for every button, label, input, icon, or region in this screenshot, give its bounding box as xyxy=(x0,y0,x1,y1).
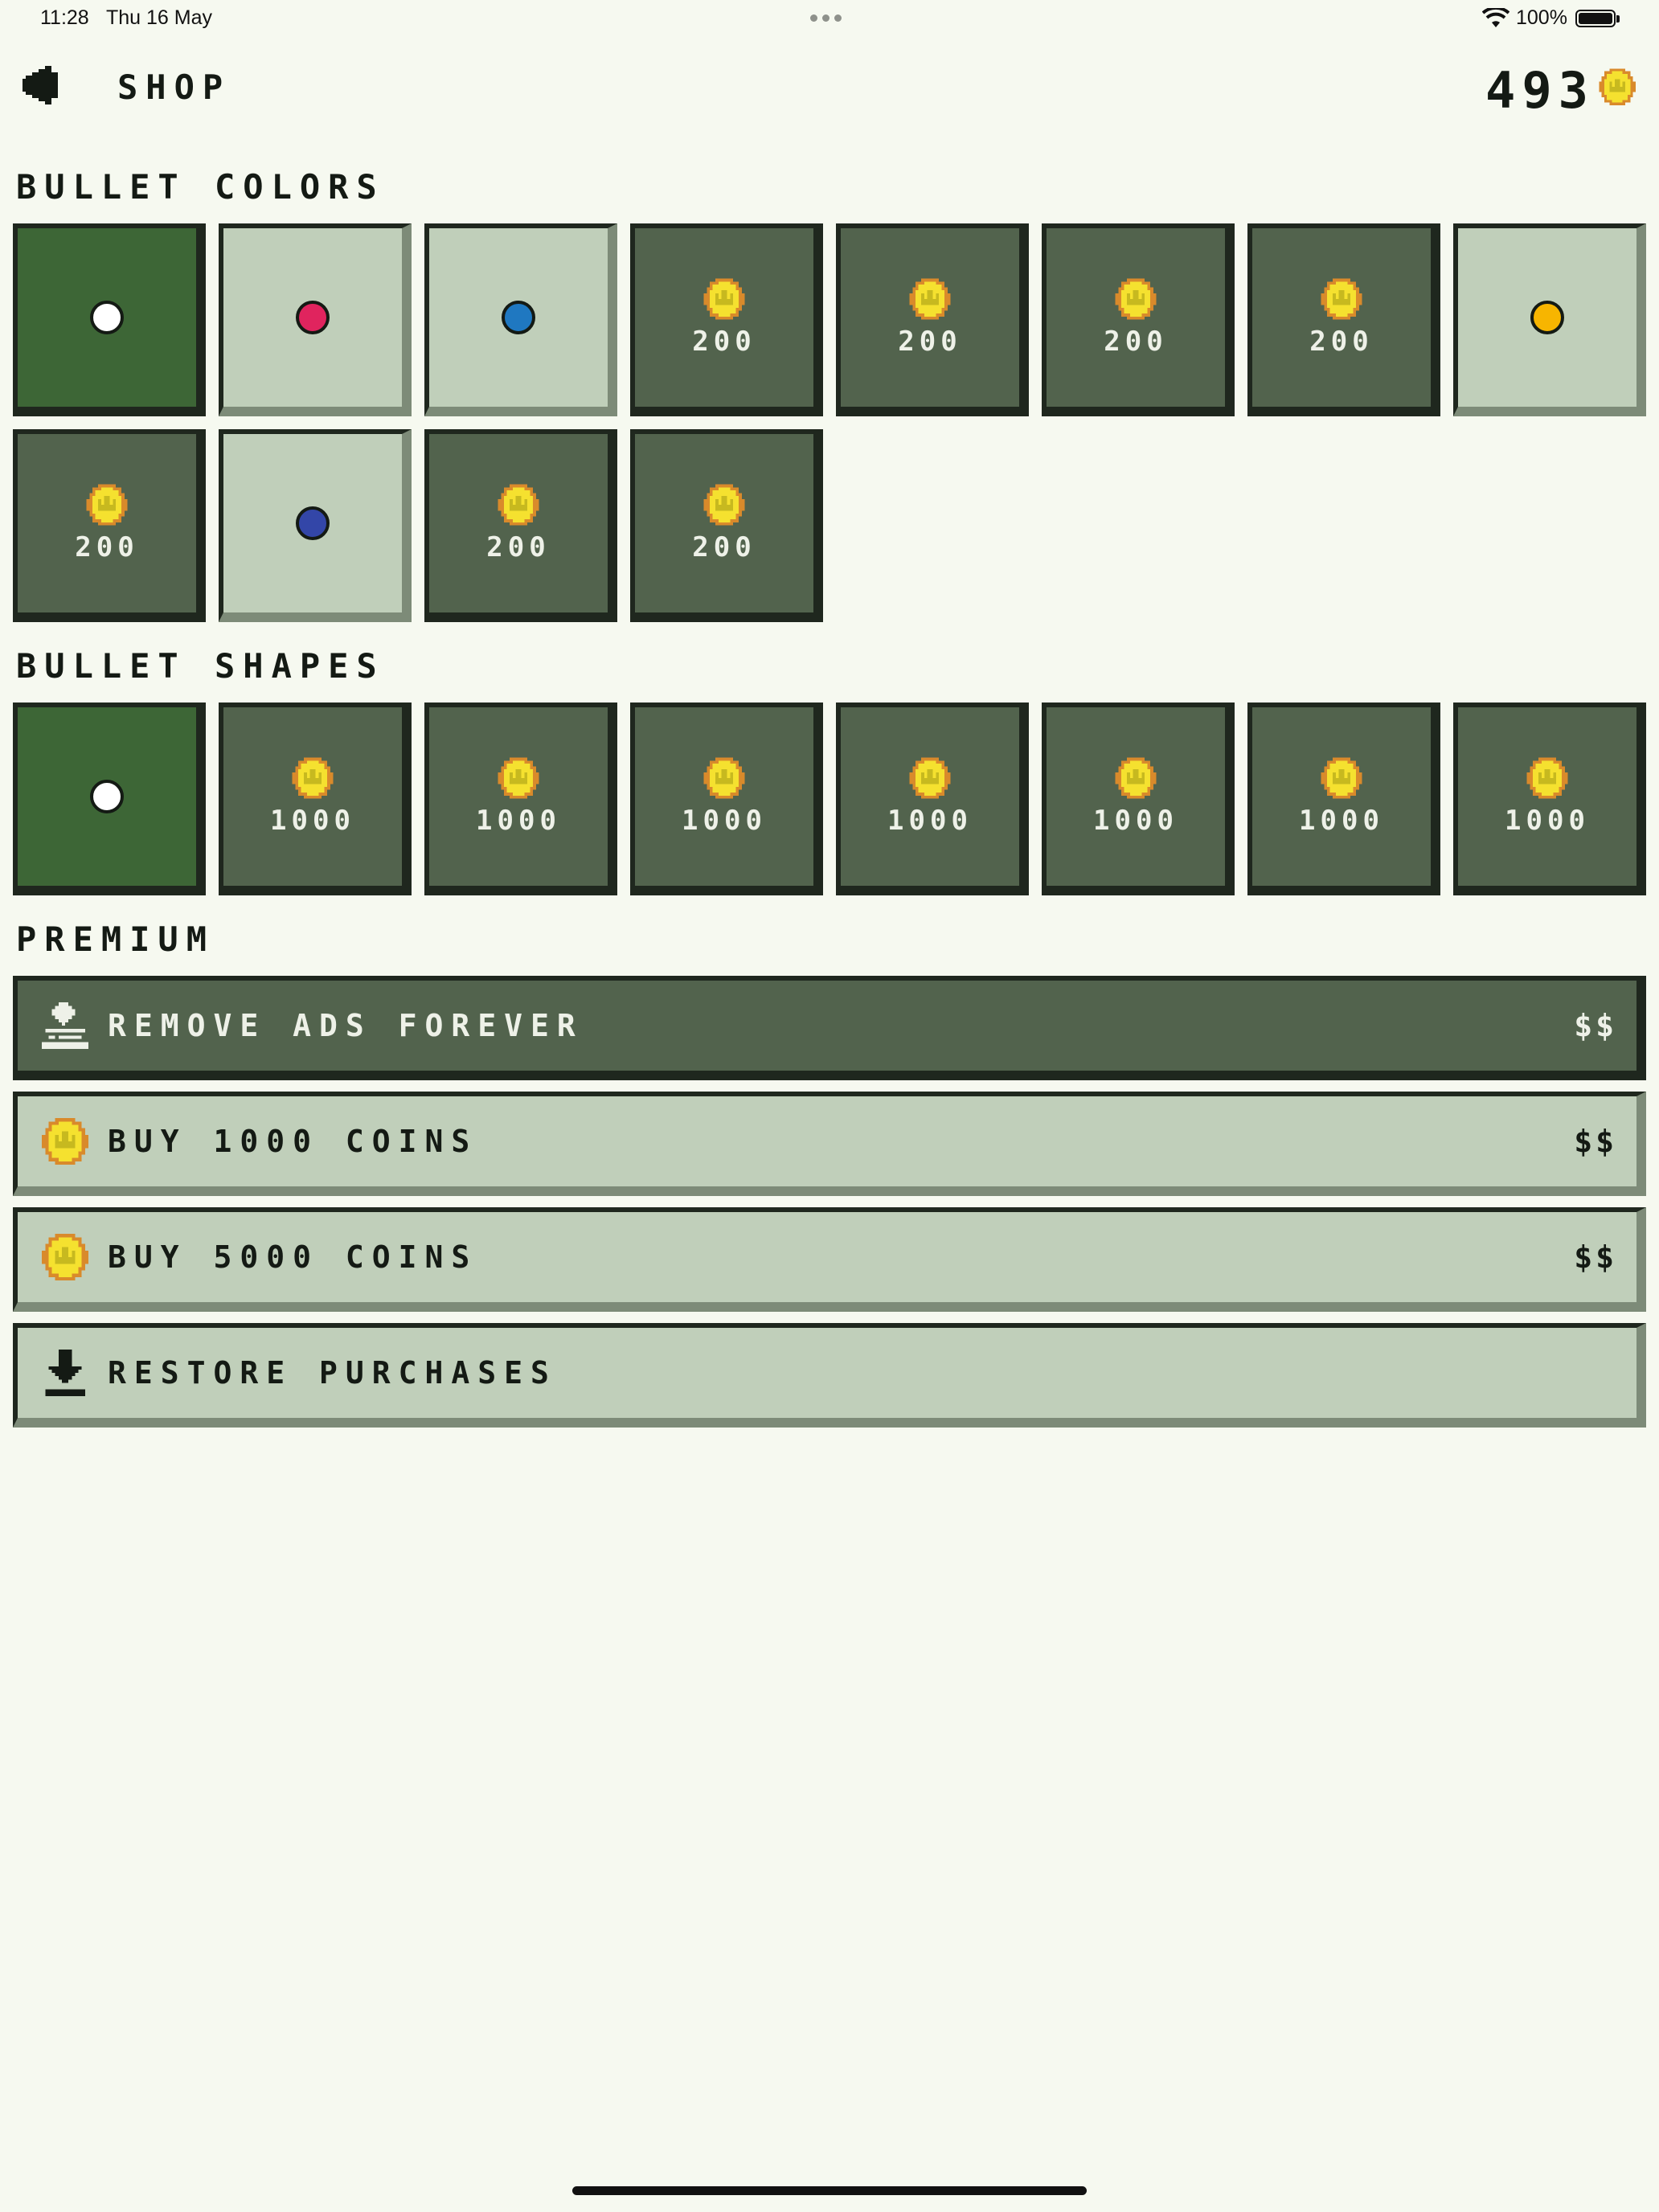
price-label: 200 xyxy=(1309,326,1374,358)
bullet-color-dot xyxy=(1530,301,1564,334)
coin-icon xyxy=(1115,757,1157,799)
bullet-shape-tile[interactable]: 1000 xyxy=(1042,703,1235,895)
bullet-color-tile[interactable] xyxy=(1453,223,1646,416)
premium-item-label: BUY 1000 COINS xyxy=(108,1124,478,1159)
coin-icon xyxy=(42,1118,88,1165)
coin-balance: 493 xyxy=(1485,61,1638,120)
bullet-color-tile[interactable]: 200 xyxy=(836,223,1029,416)
coin-icon xyxy=(703,278,745,320)
premium-item-price: $$ xyxy=(1574,1008,1617,1043)
coin-icon xyxy=(498,757,539,799)
status-time: 11:28 xyxy=(40,6,89,29)
price-label: 200 xyxy=(486,531,551,563)
multitasking-dots-icon[interactable] xyxy=(810,14,842,22)
bullet-shape-tile[interactable]: 1000 xyxy=(424,703,617,895)
bullet-shape-dot xyxy=(90,780,124,813)
coin-icon xyxy=(1115,278,1157,320)
buy-5000-coins-button[interactable]: BUY 5000 COINS $$ xyxy=(13,1207,1646,1312)
back-arrow-icon[interactable] xyxy=(19,63,64,108)
premium-item-label: RESTORE PURCHASES xyxy=(108,1355,557,1391)
remove-ads-forever-button[interactable]: REMOVE ADS FOREVER $$ xyxy=(13,976,1646,1080)
premium-heading: PREMIUM xyxy=(16,920,215,959)
battery-percent: 100% xyxy=(1516,6,1567,29)
coin-icon xyxy=(909,757,951,799)
bullet-color-tile[interactable]: 200 xyxy=(1247,223,1440,416)
coin-icon xyxy=(703,757,745,799)
coin-icon xyxy=(498,484,539,526)
price-label: 200 xyxy=(898,326,962,358)
coin-icon xyxy=(703,484,745,526)
price-label: 1000 xyxy=(682,805,767,837)
buy-1000-coins-button[interactable]: BUY 1000 COINS $$ xyxy=(13,1092,1646,1196)
bullet-color-tile[interactable]: 200 xyxy=(630,429,823,622)
battery-icon xyxy=(1575,10,1620,27)
no-ads-icon xyxy=(42,1002,88,1049)
price-label: 1000 xyxy=(1505,805,1590,837)
coin-icon xyxy=(86,484,128,526)
coin-icon xyxy=(1321,757,1362,799)
price-label: 1000 xyxy=(1299,805,1384,837)
bullet-shape-tile[interactable]: 1000 xyxy=(219,703,412,895)
premium-item-label: REMOVE ADS FOREVER xyxy=(108,1008,584,1043)
bullet-colors-heading: BULLET COLORS xyxy=(16,167,385,207)
bullet-color-tile[interactable] xyxy=(13,223,206,416)
bullet-color-tile[interactable]: 200 xyxy=(1042,223,1235,416)
price-label: 200 xyxy=(692,326,756,358)
bullet-color-tile[interactable] xyxy=(424,223,617,416)
bullet-color-dot xyxy=(296,301,330,334)
price-label: 1000 xyxy=(476,805,561,837)
bullet-color-dot xyxy=(296,506,330,540)
coin-count: 493 xyxy=(1485,61,1595,120)
coin-icon xyxy=(1526,757,1568,799)
status-bar: 11:28 Thu 16 May 100% xyxy=(0,0,1659,40)
wifi-icon xyxy=(1482,8,1509,27)
bullet-color-tile[interactable]: 200 xyxy=(630,223,823,416)
price-label: 1000 xyxy=(270,805,355,837)
status-date: Thu 16 May xyxy=(106,6,213,29)
premium-item-price: $$ xyxy=(1574,1239,1617,1275)
bullet-color-dot xyxy=(502,301,535,334)
coin-icon xyxy=(909,278,951,320)
coin-icon xyxy=(42,1234,88,1280)
price-label: 1000 xyxy=(887,805,973,837)
bullet-shape-tile[interactable]: 1000 xyxy=(630,703,823,895)
bullet-color-dot xyxy=(90,301,124,334)
premium-item-label: BUY 5000 COINS xyxy=(108,1239,478,1275)
bullet-color-tile[interactable] xyxy=(219,223,412,416)
bullet-shape-tile[interactable]: 1000 xyxy=(1453,703,1646,895)
premium-item-price: $$ xyxy=(1574,1124,1617,1159)
coin-icon xyxy=(292,757,334,799)
bullet-shape-tile[interactable]: 1000 xyxy=(1247,703,1440,895)
coin-icon xyxy=(1321,278,1362,320)
bullet-shape-tile[interactable]: 1000 xyxy=(836,703,1029,895)
price-label: 200 xyxy=(1104,326,1168,358)
page-title: SHOP xyxy=(117,68,231,107)
home-indicator[interactable] xyxy=(572,2186,1087,2195)
bullet-color-tile[interactable]: 200 xyxy=(13,429,206,622)
bullet-shapes-heading: BULLET SHAPES xyxy=(16,646,385,686)
restore-purchases-button[interactable]: RESTORE PURCHASES xyxy=(13,1323,1646,1428)
bullet-shape-tile[interactable] xyxy=(13,703,206,895)
price-label: 1000 xyxy=(1093,805,1178,837)
price-label: 200 xyxy=(692,531,756,563)
coin-icon xyxy=(1599,68,1636,105)
bullet-color-tile[interactable]: 200 xyxy=(424,429,617,622)
bullet-color-tile[interactable] xyxy=(219,429,412,622)
price-label: 200 xyxy=(75,531,139,563)
download-icon xyxy=(45,1350,85,1396)
